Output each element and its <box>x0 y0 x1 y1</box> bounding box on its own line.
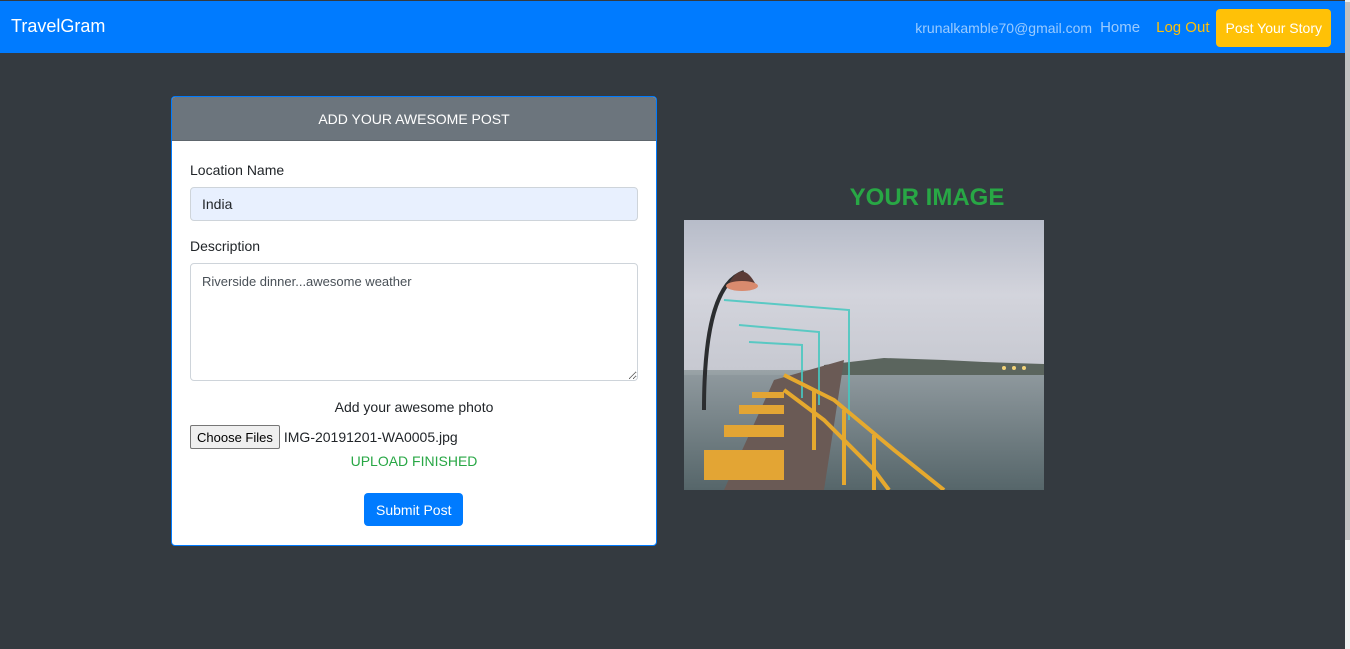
navbar: TravelGram krunalkamble70@gmail.com Home… <box>0 1 1345 53</box>
location-input[interactable] <box>190 187 638 221</box>
brand-link[interactable]: TravelGram <box>11 16 105 37</box>
location-label: Location Name <box>190 162 285 178</box>
file-input: Choose Files IMG-20191201-WA0005.jpg <box>190 425 458 449</box>
image-preview <box>684 220 1044 490</box>
page-scrollbar[interactable] <box>1345 0 1350 649</box>
scrollbar-thumb[interactable] <box>1345 2 1350 540</box>
description-label: Description <box>190 238 261 254</box>
description-textarea[interactable]: Riverside dinner...awesome weather <box>190 263 638 381</box>
navbar-right: krunalkamble70@gmail.com Home Log Out Po… <box>915 8 1331 47</box>
choose-files-button[interactable]: Choose Files <box>190 425 280 449</box>
nav-home-link[interactable]: Home <box>1100 19 1140 36</box>
upload-status: UPLOAD FINISHED <box>350 453 478 469</box>
image-preview-title: YOUR IMAGE <box>849 184 1005 211</box>
post-story-button[interactable]: Post Your Story <box>1216 8 1331 47</box>
card-header: ADD YOUR AWESOME POST <box>172 97 656 141</box>
page: TravelGram krunalkamble70@gmail.com Home… <box>0 0 1345 649</box>
riverside-photo <box>684 220 1044 490</box>
selected-file-name: IMG-20191201-WA0005.jpg <box>283 429 458 445</box>
user-email: krunalkamble70@gmail.com <box>915 19 1093 36</box>
photo-label: Add your awesome photo <box>334 399 494 415</box>
submit-post-button[interactable]: Submit Post <box>364 493 464 526</box>
logout-link[interactable]: Log Out <box>1156 19 1209 36</box>
add-post-card: ADD YOUR AWESOME POST Location Name Desc… <box>171 96 657 546</box>
